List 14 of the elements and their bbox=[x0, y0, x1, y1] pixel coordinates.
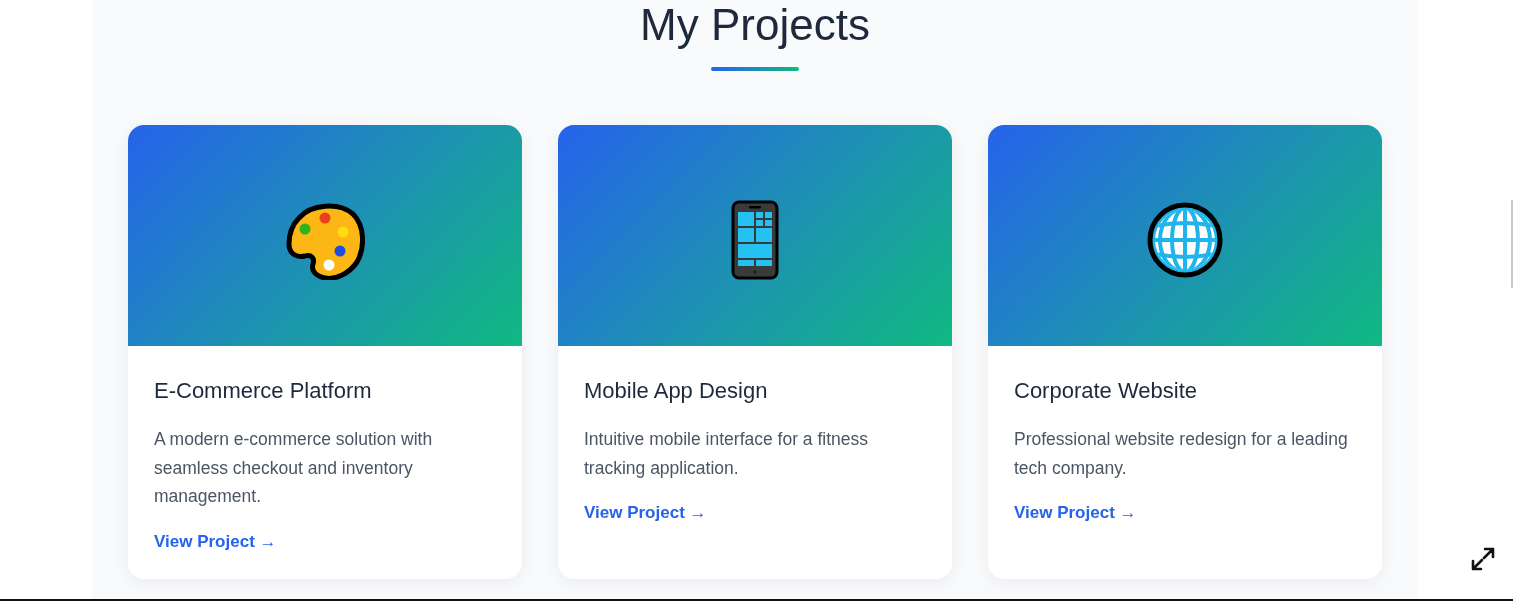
card-description: Intuitive mobile interface for a fitness tracking application. bbox=[584, 428, 870, 480]
phone-icon bbox=[731, 200, 779, 280]
globe-icon bbox=[1147, 202, 1223, 278]
view-project-link[interactable]: View Project → bbox=[154, 527, 277, 556]
view-project-link[interactable]: View Project → bbox=[584, 499, 707, 527]
card-title: Corporate Website bbox=[1014, 377, 1197, 405]
card-description: A modern e-commerce solution with seamless checkout and inventory management. bbox=[154, 428, 434, 508]
card-title: E-Commerce Platform bbox=[154, 377, 372, 405]
card-title: Mobile App Design bbox=[584, 377, 768, 405]
expand-icon bbox=[1470, 546, 1496, 572]
scrollbar-thumb[interactable] bbox=[1511, 200, 1513, 288]
section-title: My Projects bbox=[640, 3, 870, 47]
card-description: Professional website redesign for a leading tech company. bbox=[1014, 428, 1349, 480]
view-project-link[interactable]: View Project → bbox=[1014, 499, 1137, 527]
